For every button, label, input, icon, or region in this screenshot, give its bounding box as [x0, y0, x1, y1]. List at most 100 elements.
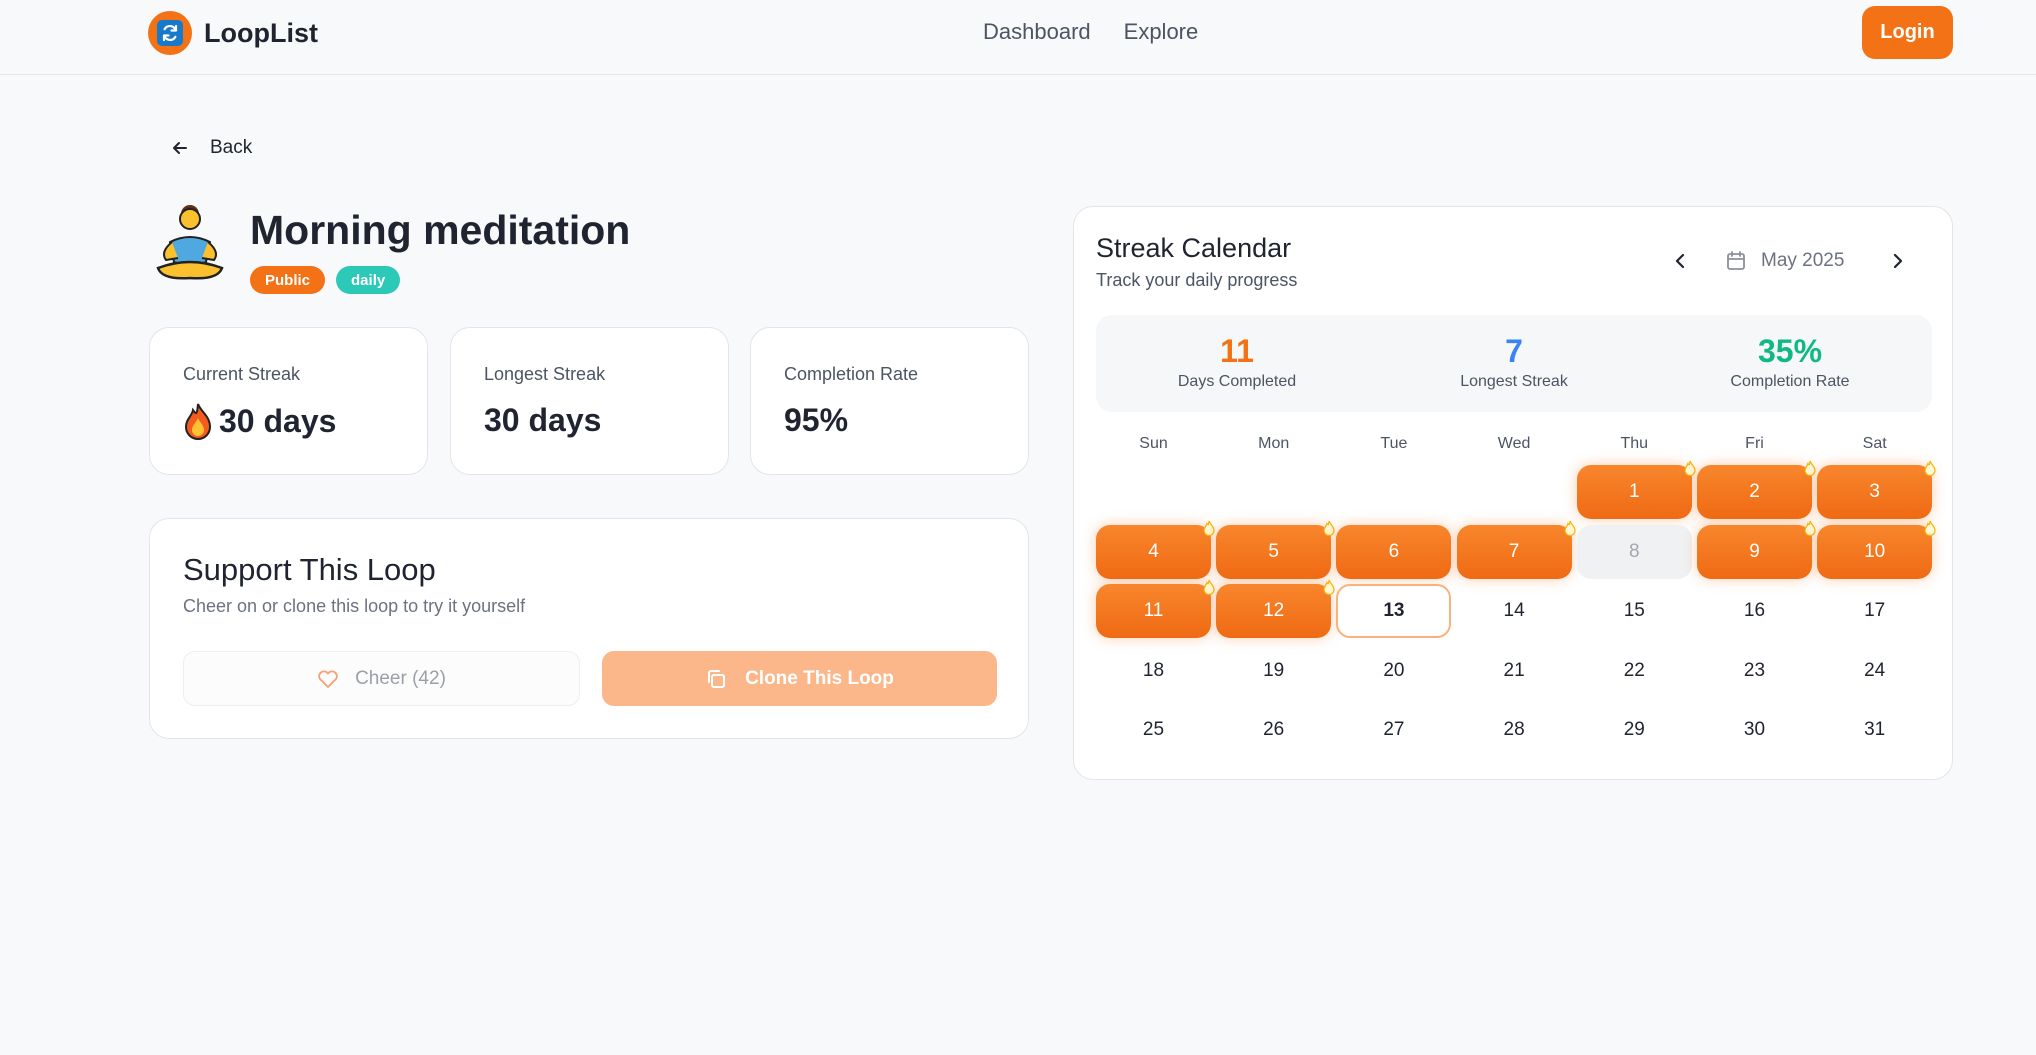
day-number: 9 [1749, 540, 1760, 562]
weekday-wed: Wed [1497, 435, 1531, 452]
brand[interactable]: LoopList [148, 11, 318, 55]
top-navbar: LoopList Dashboard Explore Login [0, 0, 2036, 75]
calendar-day[interactable]: 20 [1336, 644, 1451, 698]
stat-label: Completion Rate [784, 364, 919, 384]
day-number: 8 [1629, 540, 1640, 562]
fire-icon [184, 403, 212, 440]
weekday-tue: Tue [1380, 435, 1408, 452]
calendar-summary: 11 Days Completed 7 Longest Streak 35% Comple… [1096, 315, 1932, 412]
calendar-day[interactable]: 4 [1096, 520, 1215, 579]
calendar-day[interactable]: 31 [1817, 703, 1932, 757]
support-subtitle: Cheer on or clone this loop to try it yo… [183, 596, 526, 616]
summary-value: 11 [1220, 333, 1254, 369]
calendar-day[interactable]: 9 [1697, 520, 1816, 579]
back-label: Back [210, 137, 253, 158]
day-number: 21 [1503, 659, 1525, 681]
day-number: 19 [1263, 659, 1285, 681]
calendar-day[interactable]: 19 [1216, 644, 1331, 698]
login-button[interactable]: Login [1862, 6, 1953, 59]
weekday-sat: Sat [1862, 435, 1887, 452]
calendar-day[interactable]: 1 [1576, 460, 1696, 519]
day-number: 13 [1383, 600, 1405, 621]
support-card: Support This Loop Cheer on or clone this… [149, 518, 1029, 739]
calendar-day[interactable]: 14 [1457, 584, 1572, 638]
summary-longest-streak: 7 Longest Streak [1404, 333, 1624, 391]
day-number: 27 [1383, 719, 1405, 740]
calendar-day[interactable]: 11 [1096, 579, 1215, 638]
calendar-day[interactable]: 8 [1576, 524, 1692, 579]
calendar-day[interactable]: 21 [1457, 644, 1572, 698]
calendar-day[interactable]: 22 [1577, 644, 1692, 698]
calendar-subtitle: Track your daily progress [1096, 270, 1298, 290]
calendar-day[interactable]: 27 [1336, 703, 1451, 757]
calendar-day[interactable]: 2 [1697, 460, 1816, 519]
day-number: 28 [1503, 719, 1525, 740]
stat-value: 30 days [484, 402, 602, 438]
stat-label: Longest Streak [484, 364, 606, 384]
calendar-day[interactable]: 7 [1456, 520, 1576, 579]
day-number: 20 [1383, 659, 1405, 681]
summary-value: 7 [1505, 333, 1523, 369]
calendar-day[interactable]: 25 [1096, 703, 1211, 757]
calendar-day[interactable]: 15 [1577, 584, 1692, 638]
main-nav: Dashboard Explore [983, 19, 1198, 45]
calendar-day[interactable]: 29 [1577, 703, 1692, 757]
day-number: 12 [1263, 600, 1285, 621]
calendar-day[interactable]: 30 [1697, 703, 1812, 757]
calendar-day[interactable]: 23 [1697, 644, 1812, 698]
stat-label: Current Streak [183, 364, 301, 384]
calendar-day[interactable]: 13 [1336, 584, 1452, 638]
day-number: 29 [1623, 719, 1645, 740]
nav-explore[interactable]: Explore [1124, 19, 1199, 45]
chevron-left-icon[interactable] [1664, 245, 1696, 277]
flame-icon [1202, 520, 1216, 536]
calendar-day[interactable]: 18 [1096, 644, 1211, 698]
flame-icon [1322, 520, 1336, 536]
flame-icon [1803, 460, 1817, 477]
summary-caption: Longest Streak [1460, 373, 1568, 390]
calendar-day[interactable]: 5 [1216, 520, 1335, 579]
chevron-right-icon[interactable] [1882, 245, 1914, 277]
cheer-button[interactable]: Cheer (42) [183, 651, 580, 706]
summary-days-completed: 11 Days Completed [1127, 333, 1347, 391]
day-number: 3 [1869, 481, 1880, 502]
brand-name: LoopList [204, 17, 318, 48]
flame-icon [1803, 520, 1817, 536]
clone-loop-button[interactable]: Clone This Loop [602, 651, 997, 706]
heart-icon [318, 670, 338, 688]
meditation-icon [152, 202, 228, 282]
weekday-header: Sun Mon Tue Wed Thu Fri Sat [1096, 435, 1932, 455]
current-streak-card: Current Streak 30 days [149, 327, 428, 475]
completion-rate-card: Completion Rate 95% [750, 327, 1029, 475]
summary-completion-rate: 35% Completion Rate [1680, 333, 1900, 391]
summary-caption: Days Completed [1177, 373, 1297, 390]
support-title: Support This Loop [183, 552, 436, 587]
calendar-day[interactable]: 3 [1817, 460, 1936, 519]
calendar-day[interactable]: 6 [1336, 524, 1452, 579]
longest-streak-card: Longest Streak 30 days [450, 327, 729, 475]
day-number: 10 [1864, 540, 1886, 562]
back-link[interactable]: Back [170, 133, 252, 163]
frequency-badge: daily [336, 266, 401, 294]
flame-icon [1202, 579, 1216, 596]
day-number: 16 [1743, 600, 1766, 621]
calendar-day[interactable]: 12 [1216, 579, 1335, 638]
day-number: 25 [1142, 719, 1165, 740]
calendar-title: Streak Calendar [1096, 233, 1292, 263]
day-number: 30 [1743, 719, 1766, 740]
day-number: 6 [1388, 540, 1400, 562]
calendar-day[interactable]: 17 [1817, 584, 1932, 638]
streak-calendar-card: Streak Calendar Track your daily progres… [1073, 206, 1953, 780]
calendar-day[interactable]: 10 [1817, 520, 1936, 579]
calendar-day[interactable]: 16 [1697, 584, 1812, 638]
day-number: 11 [1143, 600, 1164, 621]
nav-dashboard[interactable]: Dashboard [983, 19, 1091, 45]
day-number: 7 [1508, 540, 1520, 562]
month-label: May 2025 [1761, 250, 1845, 271]
calendar-day[interactable]: 24 [1817, 644, 1932, 698]
calendar-day[interactable]: 28 [1457, 703, 1572, 757]
weekday-fri: Fri [1745, 435, 1764, 452]
flame-icon [1563, 520, 1577, 536]
calendar-day[interactable]: 26 [1216, 703, 1331, 757]
loop-badges: Public daily [250, 266, 401, 294]
